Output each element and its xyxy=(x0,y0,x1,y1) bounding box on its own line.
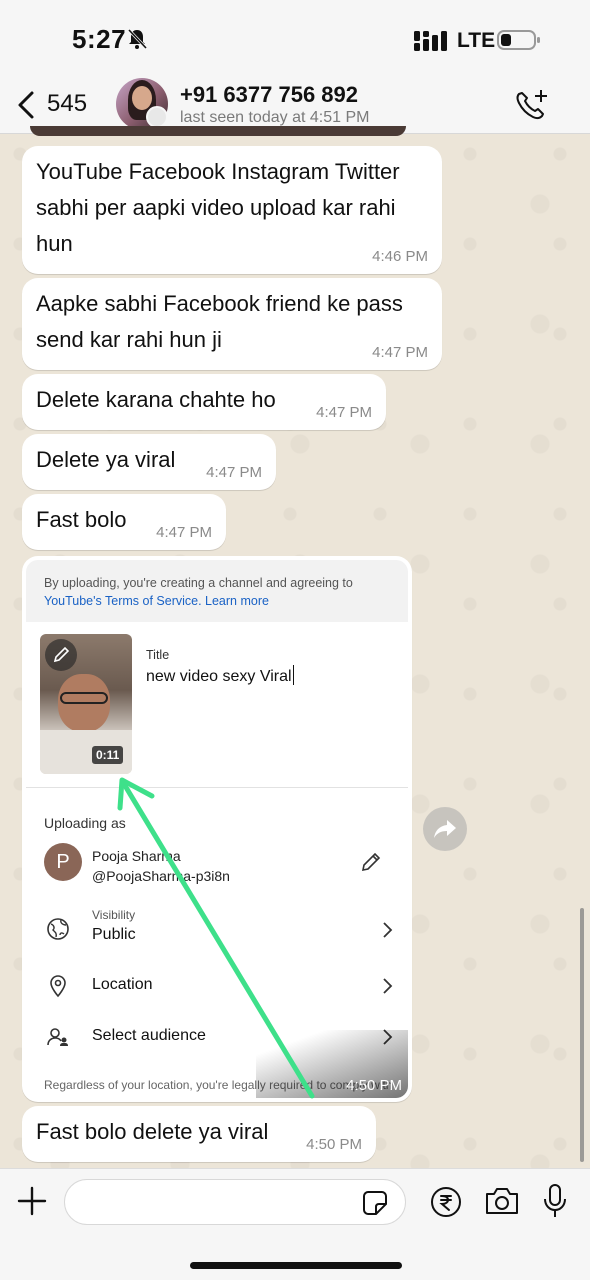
forward-button[interactable] xyxy=(423,807,467,851)
message-bubble[interactable]: Fast bolo delete ya viral 4:50 PM xyxy=(22,1106,376,1162)
last-seen-status: last seen today at 4:51 PM xyxy=(180,109,370,126)
sticker-icon[interactable] xyxy=(362,1190,388,1216)
forward-icon xyxy=(434,820,456,838)
divider xyxy=(26,787,408,788)
account-avatar: P xyxy=(44,843,82,881)
title-value: new video sexy Viral xyxy=(146,665,295,686)
previous-message-edge xyxy=(30,126,406,136)
message-text: Aapke sabhi Facebook friend ke pass send… xyxy=(36,291,403,352)
globe-icon xyxy=(47,918,69,940)
location-label: Location xyxy=(92,976,153,993)
video-duration: 0:11 xyxy=(92,746,124,764)
message-bubble[interactable]: Delete karana chahte ho 4:47 PM xyxy=(22,374,386,430)
message-time: 4:47 PM xyxy=(372,344,428,361)
pencil-icon xyxy=(45,639,77,671)
location-pin-icon xyxy=(50,975,66,998)
home-indicator xyxy=(190,1262,402,1269)
back-unread-count[interactable]: 545 xyxy=(47,90,87,118)
message-text: YouTube Facebook Instagram Twitter sabhi… xyxy=(36,159,400,256)
message-composer xyxy=(0,1168,590,1280)
chat-scrollbar[interactable] xyxy=(580,908,584,1162)
uploading-as-label: Uploading as xyxy=(44,815,126,831)
terms-link: YouTube's Terms of Service. Learn more xyxy=(44,594,269,608)
message-bubble[interactable]: Aapke sabhi Facebook friend ke pass send… xyxy=(22,278,442,370)
add-call-icon[interactable] xyxy=(513,88,549,122)
video-thumbnail: 0:11 xyxy=(40,634,132,774)
network-type: LTE xyxy=(457,29,496,52)
title-label: Title xyxy=(146,648,170,662)
account-name: Pooja Sharma xyxy=(92,848,181,864)
message-time: 4:47 PM xyxy=(156,524,212,541)
rupee-payment-icon[interactable] xyxy=(430,1186,462,1218)
upload-notice: By uploading, you're creating a channel … xyxy=(26,560,408,622)
chevron-right-icon xyxy=(383,922,393,938)
audience-label: Select audience xyxy=(92,1027,206,1044)
chevron-right-icon xyxy=(383,978,393,994)
message-time: 4:47 PM xyxy=(316,404,372,421)
signal-icon xyxy=(414,31,447,51)
image-message[interactable]: By uploading, you're creating a channel … xyxy=(22,556,412,1102)
message-bubble[interactable]: YouTube Facebook Instagram Twitter sabhi… xyxy=(22,146,442,274)
screenshot-image[interactable]: By uploading, you're creating a channel … xyxy=(26,560,408,1098)
status-bar: 5:27 LTE xyxy=(0,0,590,78)
message-time: 4:47 PM xyxy=(206,464,262,481)
visibility-label: Visibility xyxy=(92,908,136,922)
message-bubble[interactable]: Fast bolo 4:47 PM xyxy=(22,494,226,550)
message-time: 4:50 PM xyxy=(346,1077,402,1094)
contact-name[interactable]: +91 6377 756 892 xyxy=(180,82,358,108)
chevron-left-icon[interactable] xyxy=(16,90,36,120)
message-bubble[interactable]: Delete ya viral 4:47 PM xyxy=(22,434,276,490)
message-input[interactable] xyxy=(64,1179,406,1225)
battery-icon xyxy=(497,30,540,50)
microphone-icon[interactable] xyxy=(542,1183,568,1219)
account-handle: @PoojaSharma-p3i8n xyxy=(92,868,230,884)
notice-text: By uploading, you're creating a channel … xyxy=(44,576,353,590)
camera-icon[interactable] xyxy=(484,1186,520,1216)
pencil-icon xyxy=(361,852,381,872)
message-time: 4:46 PM xyxy=(372,248,428,265)
status-time: 5:27 xyxy=(72,24,127,54)
message-time: 4:50 PM xyxy=(306,1136,362,1153)
plus-icon[interactable] xyxy=(16,1185,48,1217)
audience-icon xyxy=(47,1028,68,1046)
disappearing-timer-icon xyxy=(146,106,168,128)
bell-mute-icon xyxy=(127,28,148,50)
visibility-value: Public xyxy=(92,926,136,943)
